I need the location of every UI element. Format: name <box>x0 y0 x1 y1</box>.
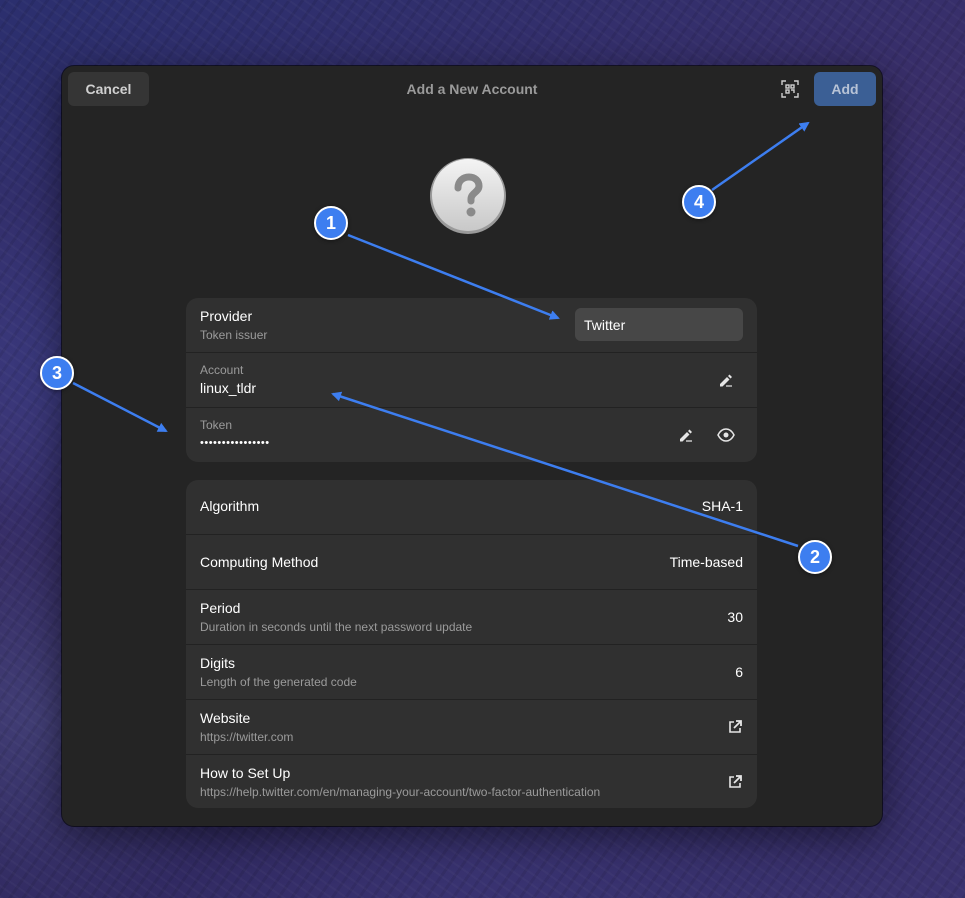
algorithm-row[interactable]: Algorithm SHA-1 <box>186 480 757 535</box>
external-link-icon <box>726 773 744 791</box>
cancel-button[interactable]: Cancel <box>68 72 149 106</box>
annotation-marker-2: 2 <box>798 540 832 574</box>
external-link-icon <box>726 718 744 736</box>
token-label: Token <box>200 418 233 432</box>
headerbar: Cancel Add a New Account Add <box>62 66 882 112</box>
provider-label: Provider <box>200 308 253 324</box>
digits-row[interactable]: Digits Length of the generated code 6 <box>186 645 757 700</box>
provider-row: Provider Token issuer Twitter <box>186 298 757 353</box>
website-row[interactable]: Website https://twitter.com <box>186 700 757 755</box>
add-account-dialog: Cancel Add a New Account Add Provider To… <box>62 66 882 826</box>
algorithm-label: Algorithm <box>200 498 260 514</box>
website-label: Website <box>200 710 251 726</box>
computing-method-label: Computing Method <box>200 554 319 570</box>
how-to-setup-label: How to Set Up <box>200 765 291 781</box>
provider-subtitle: Token issuer <box>200 328 268 342</box>
token-input[interactable]: •••••••••••••••• <box>200 437 270 449</box>
account-card: Provider Token issuer Twitter Account li… <box>186 298 757 462</box>
account-label: Account <box>200 363 244 377</box>
digits-subtitle: Length of the generated code <box>200 675 357 689</box>
provider-image[interactable] <box>429 157 507 235</box>
account-row[interactable]: Account linux_tldr <box>186 353 757 408</box>
account-input[interactable]: linux_tldr <box>200 380 256 396</box>
period-label: Period <box>200 600 241 616</box>
question-mark-icon <box>430 158 506 234</box>
annotation-marker-4: 4 <box>682 185 716 219</box>
digits-value: 6 <box>735 664 743 680</box>
edit-icon[interactable] <box>717 371 735 389</box>
computing-method-value: Time-based <box>669 554 743 570</box>
token-row[interactable]: Token •••••••••••••••• <box>186 408 757 462</box>
add-button[interactable]: Add <box>814 72 876 106</box>
annotation-marker-3: 3 <box>40 356 74 390</box>
scan-qr-button[interactable] <box>774 74 806 104</box>
dialog-title: Add a New Account <box>406 81 538 97</box>
period-value: 30 <box>727 609 743 625</box>
computing-method-row[interactable]: Computing Method Time-based <box>186 535 757 590</box>
period-row[interactable]: Period Duration in seconds until the nex… <box>186 590 757 645</box>
digits-label: Digits <box>200 655 236 671</box>
eye-icon[interactable] <box>717 426 735 444</box>
how-to-setup-row[interactable]: How to Set Up https://help.twitter.com/e… <box>186 755 757 808</box>
details-card: Algorithm SHA-1 Computing Method Time-ba… <box>186 480 757 808</box>
annotation-marker-1: 1 <box>314 206 348 240</box>
period-subtitle: Duration in seconds until the next passw… <box>200 620 473 634</box>
algorithm-value: SHA-1 <box>701 498 743 514</box>
website-url: https://twitter.com <box>200 730 294 744</box>
how-to-setup-url: https://help.twitter.com/en/managing-you… <box>200 785 601 799</box>
edit-icon[interactable] <box>677 426 695 444</box>
qr-scan-icon <box>781 80 799 98</box>
provider-input[interactable]: Twitter <box>575 308 743 341</box>
